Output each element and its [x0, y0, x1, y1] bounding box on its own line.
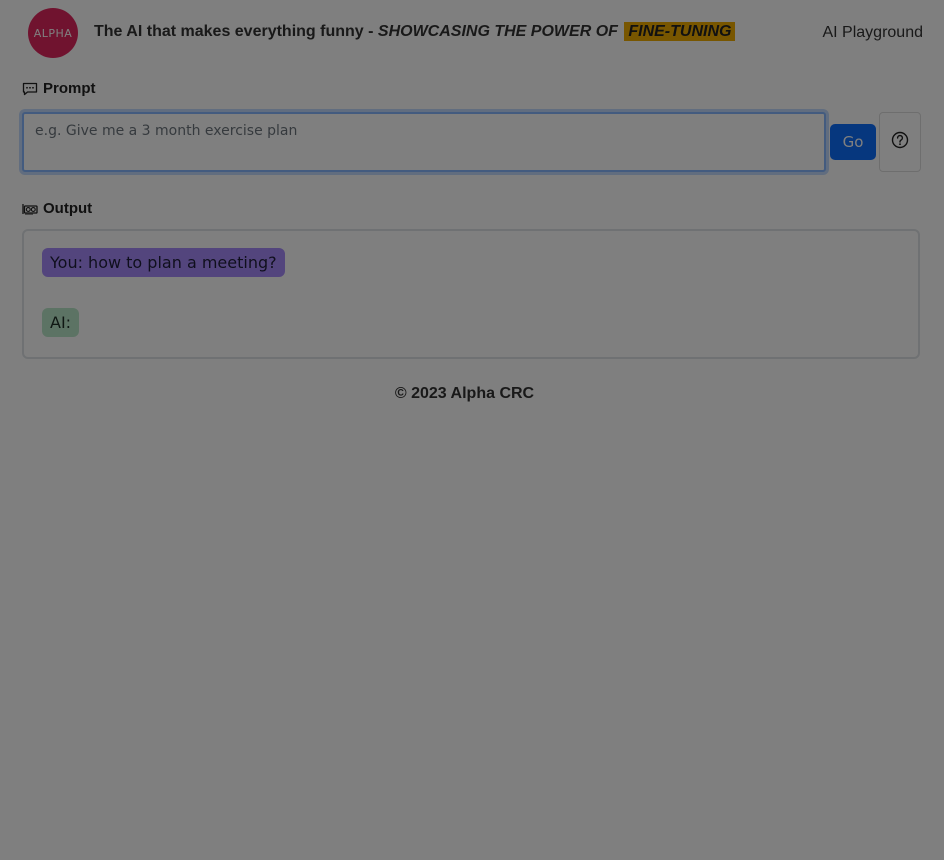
- page: ALPHA The AI that makes everything funny…: [0, 0, 944, 860]
- modal-backdrop[interactable]: [0, 0, 944, 860]
